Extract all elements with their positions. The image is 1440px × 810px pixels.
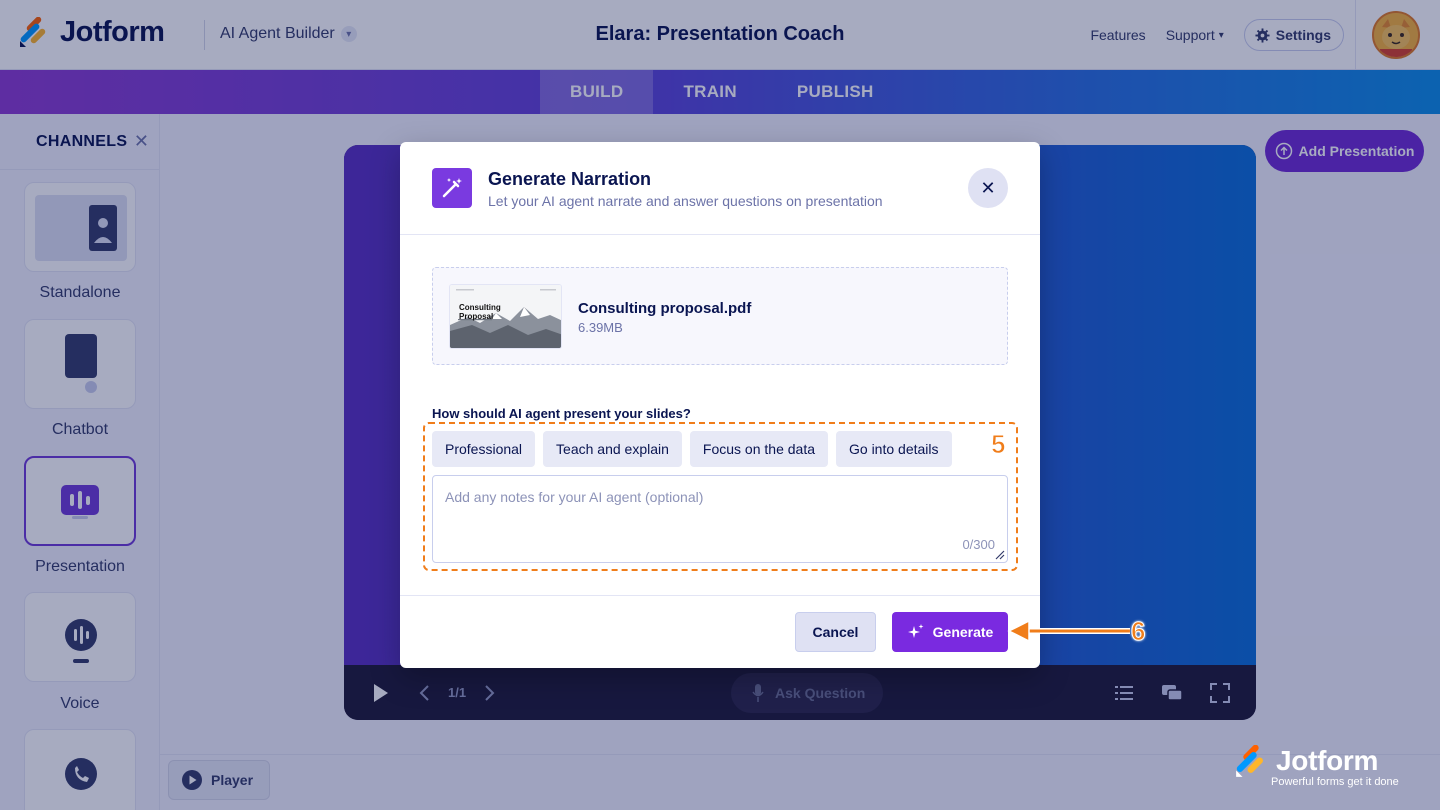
close-icon: ✕: [980, 177, 996, 198]
step-6-badge: 6: [1130, 616, 1146, 647]
dialog-title: Generate Narration: [488, 169, 652, 189]
style-chip-focus-on-data[interactable]: Focus on the data: [689, 431, 828, 467]
watermark-tagline: Powerful forms get it done: [1271, 776, 1399, 788]
step-5-badge: 5: [990, 429, 1006, 460]
thumbnail-title: Consulting Proposal: [459, 303, 501, 321]
generate-narration-dialog: Generate Narration Let your AI agent nar…: [400, 142, 1040, 668]
step-6-arrow-icon: [1007, 619, 1130, 643]
generate-button[interactable]: Generate: [892, 612, 1008, 652]
file-size: 6.39MB: [578, 320, 623, 335]
character-counter: 0/300: [962, 537, 995, 552]
style-chip-teach-and-explain[interactable]: Teach and explain: [543, 431, 682, 467]
watermark-brand: Jotform: [1276, 745, 1379, 776]
sparkles-icon: [907, 624, 924, 638]
presentation-style-question: How should AI agent present your slides?: [432, 406, 691, 421]
dialog-subtitle: Let your AI agent narrate and answer que…: [488, 193, 883, 209]
style-chip-go-into-details[interactable]: Go into details: [836, 431, 952, 467]
generate-label: Generate: [932, 624, 994, 640]
dialog-header: Generate Narration Let your AI agent nar…: [400, 142, 1040, 235]
magic-wand-icon: [432, 168, 472, 208]
style-chip-professional[interactable]: Professional: [432, 431, 536, 467]
file-thumbnail: Consulting Proposal: [449, 284, 562, 349]
presentation-style-options: Professional Teach and explain Focus on …: [432, 431, 952, 467]
agent-notes-input[interactable]: [433, 476, 1007, 562]
resize-handle-icon[interactable]: [995, 550, 1005, 560]
cancel-button[interactable]: Cancel: [795, 612, 876, 652]
close-dialog-button[interactable]: ✕: [968, 168, 1008, 208]
jotform-logo-icon: [1236, 745, 1263, 777]
jotform-watermark: Jotform Powerful forms get it done: [1234, 745, 1414, 795]
uploaded-file-card: Consulting Proposal Consulting proposal.…: [432, 267, 1008, 365]
agent-notes-field: 0/300: [432, 475, 1008, 563]
file-name: Consulting proposal.pdf: [578, 300, 752, 317]
